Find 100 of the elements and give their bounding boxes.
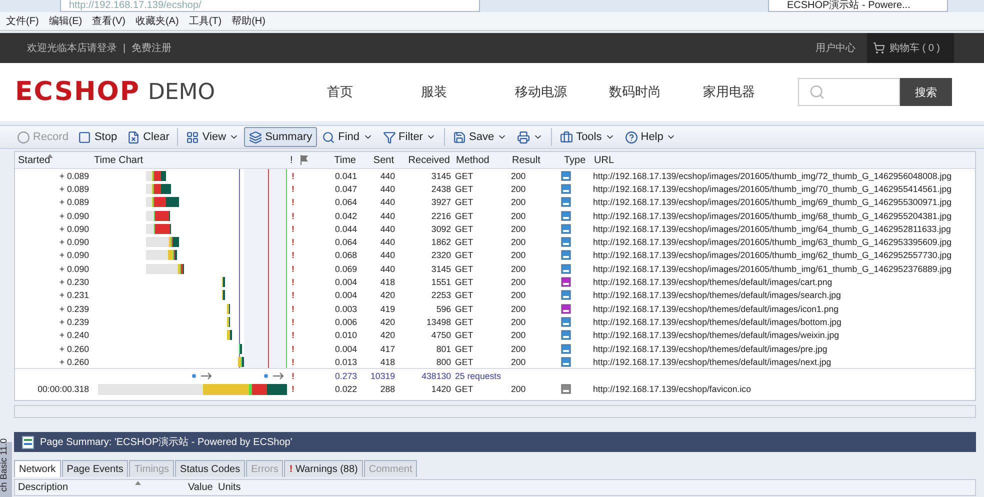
tab[interactable]: ! Warnings (88)	[284, 460, 363, 478]
result-cell-text: 200	[510, 356, 527, 367]
flag-icon	[299, 155, 309, 165]
toolbar-button[interactable]: Save	[448, 127, 512, 147]
time-cell-text: 0.006	[334, 316, 358, 327]
nav-link[interactable]: 移动电源	[515, 83, 610, 101]
request-count: 25 requests	[454, 371, 502, 382]
time-cell-text: 0.003	[334, 304, 358, 314]
column-header[interactable]: Value	[185, 482, 215, 494]
tab[interactable]: Network	[14, 460, 61, 478]
register-link[interactable]: 免费注册	[132, 41, 172, 55]
toolbar-button[interactable]: View	[181, 127, 244, 147]
result-cell-text: 200	[510, 304, 527, 314]
received-cell-text: 3145	[430, 170, 452, 181]
received-cell-text: 4750	[430, 330, 452, 340]
column-header[interactable]: Started	[15, 154, 91, 166]
search-button[interactable]: 搜索	[900, 78, 952, 106]
timeline-bar	[222, 290, 225, 300]
tab[interactable]: Page Events	[62, 460, 128, 478]
result-cell-text: 200	[510, 197, 527, 208]
warning-mark: !	[290, 250, 296, 260]
menu-item[interactable]: 工具(T)	[188, 14, 222, 28]
menu-item[interactable]: 文件(F)	[6, 14, 39, 28]
menu-item[interactable]: 帮助(H)	[232, 14, 266, 28]
page-summary-title: Page Summary: 'ECSHOP演示站 - Powered by ECShop'	[40, 436, 292, 450]
column-header[interactable]: Method	[453, 154, 509, 166]
method-cell-text: GET	[454, 356, 474, 367]
started-cell-text: + 0.090	[58, 250, 90, 260]
column-header[interactable]: Sent	[359, 154, 397, 166]
nav-link[interactable]: 服装	[421, 83, 516, 101]
column-header[interactable]: Time Chart	[91, 154, 287, 166]
toolbar-button[interactable]: Clear	[122, 127, 174, 147]
column-header[interactable]: Type	[561, 154, 591, 166]
warning-mark: !	[290, 384, 296, 394]
warning-mark: !	[290, 210, 296, 221]
url-cell-text: http://192.168.17.139/ecshop/images/201605/thumb_img/63_thumb_G_1462953395609.jpg	[592, 237, 953, 248]
time-cell-text: 0.013	[334, 356, 358, 367]
horizontal-scrollbar[interactable]	[14, 405, 976, 418]
column-header[interactable]: Received	[397, 154, 453, 166]
url-cell-text: http://192.168.17.139/ecshop/themes/default/images/cart.png	[592, 277, 834, 288]
time-cell-text: 0.042	[334, 210, 358, 221]
stop-icon	[78, 130, 92, 144]
summary-icon	[249, 130, 262, 144]
view-icon	[186, 130, 200, 144]
toolbar-button[interactable]: Filter	[378, 127, 441, 147]
search-field[interactable]	[798, 78, 900, 106]
side-label: ch Basic 11.0	[0, 438, 9, 492]
toolbar-button[interactable]: Find	[317, 127, 378, 147]
method-cell-text: GET	[454, 277, 474, 288]
total-sent: 10319	[370, 371, 396, 382]
received-cell-text: 801	[435, 344, 452, 354]
column-header[interactable]: Result	[509, 154, 561, 166]
logo: ECSHOP	[15, 77, 140, 107]
search-icon	[322, 130, 336, 144]
range-marker-icon	[191, 372, 213, 380]
timeline-bar	[146, 250, 177, 260]
column-header[interactable]: URL	[591, 154, 975, 166]
received-cell-text: 3092	[430, 224, 452, 234]
menu-item[interactable]: 收藏夹(A)	[135, 14, 179, 28]
cart-link[interactable]: 购物车 ( 0 )	[867, 33, 954, 63]
nav-link[interactable]: 数码时尚	[609, 83, 704, 101]
warning-mark: !	[290, 237, 296, 248]
column-header[interactable]: Description	[15, 482, 185, 494]
result-cell-text: 200	[510, 224, 527, 234]
clear-icon	[127, 130, 140, 144]
warning-mark: !	[290, 170, 296, 181]
user-center-link[interactable]: 用户中心	[815, 41, 856, 55]
sent-cell-text: 418	[379, 277, 396, 288]
column-header[interactable]: !	[287, 154, 299, 166]
started-cell-text: + 0.260	[58, 344, 90, 354]
login-link[interactable]: 欢迎光临本店请登录	[27, 41, 117, 55]
menu-item[interactable]: 编辑(E)	[48, 14, 82, 28]
timeline-bar	[146, 224, 171, 234]
column-header[interactable]: Units	[215, 482, 295, 494]
url-cell-text: http://192.168.17.139/ecshop/images/201605/thumb_img/61_thumb_G_1462952376889.jpg	[592, 264, 953, 274]
sent-cell-text: 420	[379, 330, 396, 340]
nav-link[interactable]: 首页	[327, 83, 422, 101]
toolbar-button[interactable]: Summary	[244, 127, 318, 147]
url-cell-text: http://192.168.17.139/ecshop/themes/default/images/weixin.jpg	[592, 330, 840, 340]
tab[interactable]: Status Codes	[175, 460, 246, 478]
started-cell-text: + 0.240	[58, 330, 90, 340]
sent-cell-text: 440	[379, 197, 396, 208]
url-cell-text: http://192.168.17.139/ecshop/themes/default/images/search.jpg	[592, 290, 842, 300]
method-cell-text: GET	[454, 250, 474, 260]
separator: |	[123, 42, 126, 54]
received-cell-text: 2438	[430, 184, 452, 194]
menu-item[interactable]: 查看(V)	[92, 14, 126, 28]
url-cell-text: http://192.168.17.139/ecshop/images/201605/thumb_img/62_thumb_G_1462952557730.jpg	[592, 250, 953, 260]
sent-cell-text: 420	[379, 290, 396, 300]
time-cell-text: 0.047	[334, 184, 358, 194]
sent-cell-text: 417	[379, 344, 396, 354]
toolbar-button[interactable]: Tools	[555, 127, 620, 147]
nav-link[interactable]: 家用电器	[703, 83, 798, 101]
toolbar-button[interactable]: Help	[620, 127, 682, 147]
column-header[interactable]: Time	[315, 154, 359, 166]
warning-mark: !	[290, 371, 296, 382]
time-cell-text: 0.069	[334, 264, 358, 274]
method-cell-text: GET	[454, 197, 474, 208]
sent-cell-text: 440	[379, 184, 396, 194]
toolbar-button[interactable]: Stop	[73, 127, 122, 147]
